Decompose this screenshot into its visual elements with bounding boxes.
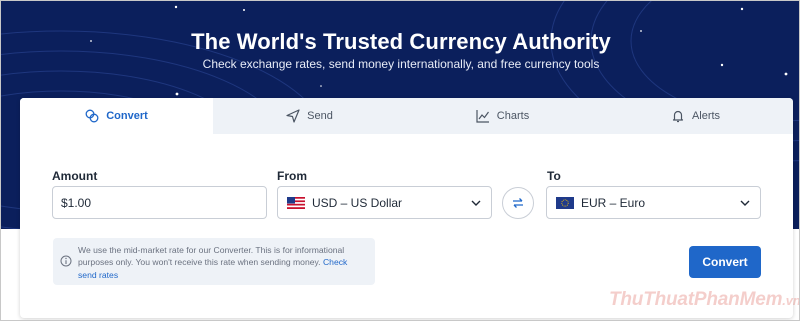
amount-label: Amount	[52, 169, 98, 183]
amount-field[interactable]	[52, 186, 267, 219]
convert-icon	[85, 109, 99, 123]
tab-convert[interactable]: Convert	[20, 98, 213, 134]
chevron-down-icon	[740, 200, 750, 206]
chart-icon	[476, 110, 489, 123]
page-frame: The World's Trusted Currency Authority C…	[0, 0, 800, 321]
eu-flag-icon	[556, 196, 574, 209]
swap-icon	[513, 198, 523, 208]
convert-button[interactable]: Convert	[689, 246, 761, 278]
bell-icon	[672, 110, 684, 123]
chevron-down-icon	[471, 200, 481, 206]
converter-card: Convert Send Charts Alerts Amount $1.00 …	[20, 98, 793, 318]
tab-charts[interactable]: Charts	[406, 98, 599, 134]
tab-charts-label: Charts	[496, 110, 530, 122]
hero-title: The World's Trusted Currency Authority	[191, 29, 611, 54]
amount-input[interactable]	[53, 195, 266, 210]
tab-send[interactable]: Send	[213, 98, 406, 134]
info-notice: We use the mid-market rate for our Conve…	[53, 238, 375, 285]
from-currency-value: USD – US Dollar	[312, 195, 403, 210]
watermark: ThuThuatPhanMem.vn	[609, 289, 800, 311]
send-icon	[286, 109, 300, 123]
swap-currencies-button[interactable]	[502, 187, 534, 219]
tab-bar: Convert Send Charts Alerts	[20, 98, 793, 134]
tab-alerts-label: Alerts	[691, 110, 721, 122]
to-currency-value: EUR – Euro	[581, 195, 646, 210]
tab-send-label: Send	[307, 110, 333, 122]
from-label: From	[277, 169, 307, 183]
watermark-text: ThuThuatPhanMem	[609, 289, 783, 310]
hero-subtitle: Check exchange rates, send money interna…	[202, 57, 600, 71]
from-currency-select[interactable]: USD – US Dollar	[277, 186, 492, 219]
to-currency-select[interactable]: EUR – Euro	[546, 186, 761, 219]
info-text: We use the mid-market rate for our Conve…	[78, 245, 345, 268]
tab-alerts[interactable]: Alerts	[599, 98, 792, 134]
info-icon	[60, 255, 72, 267]
watermark-suffix: .vn	[782, 293, 800, 308]
info-text-block: We use the mid-market rate for our Conve…	[78, 244, 368, 281]
tab-convert-label: Convert	[106, 110, 148, 122]
us-flag-icon	[287, 196, 305, 209]
to-label: To	[547, 169, 561, 183]
